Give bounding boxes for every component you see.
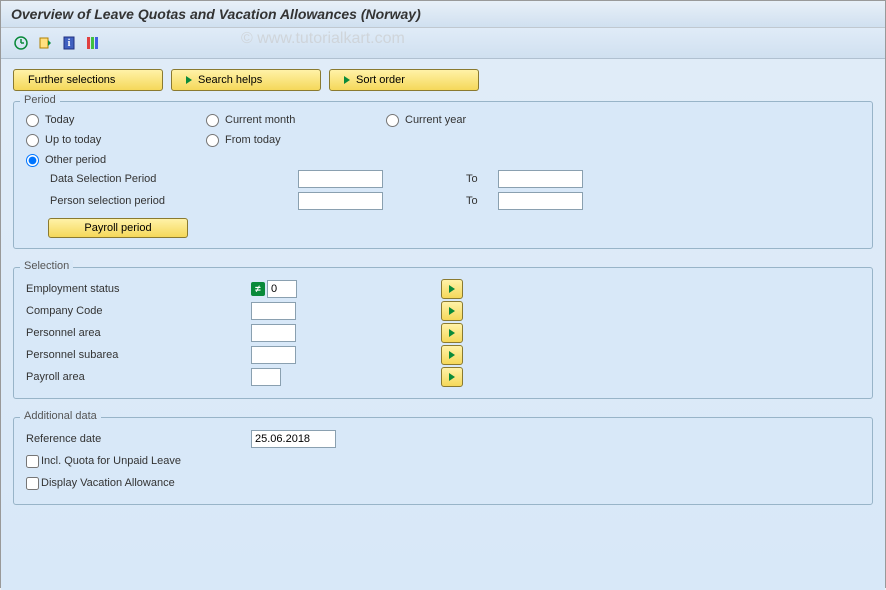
personnel-subarea-input[interactable] — [251, 346, 296, 364]
radio-input[interactable] — [386, 114, 399, 127]
checkbox-label: Display Vacation Allowance — [41, 475, 175, 491]
sort-order-button[interactable]: Sort order — [329, 69, 479, 91]
multiple-selection-button[interactable] — [441, 323, 463, 343]
radio-from-today[interactable]: From today — [206, 132, 386, 148]
multiple-selection-button[interactable] — [441, 345, 463, 365]
further-selections-button[interactable]: Further selections — [13, 69, 163, 91]
radio-label: Up to today — [45, 132, 101, 148]
person-selection-to-input[interactable] — [498, 192, 583, 210]
display-vacation-checkbox[interactable] — [26, 477, 39, 490]
data-selection-to-input[interactable] — [498, 170, 583, 188]
company-code-label: Company Code — [26, 303, 251, 319]
execute-icon[interactable] — [11, 33, 31, 53]
button-label: Search helps — [198, 74, 262, 86]
info-icon[interactable]: i — [59, 33, 79, 53]
display-vacation-checkbox-row[interactable]: Display Vacation Allowance — [26, 472, 860, 494]
arrow-right-icon — [449, 329, 455, 337]
personnel-area-label: Personnel area — [26, 325, 251, 341]
company-code-input[interactable] — [251, 302, 296, 320]
payroll-area-label: Payroll area — [26, 369, 251, 385]
arrow-right-icon — [449, 285, 455, 293]
reference-date-label: Reference date — [26, 431, 251, 447]
employment-status-input[interactable] — [267, 280, 297, 298]
radio-label: Current month — [225, 112, 295, 128]
content-area: Further selections Search helps Sort ord… — [1, 59, 885, 590]
not-equal-icon[interactable]: ≠ — [251, 282, 265, 296]
main-toolbar: i © www.tutorialkart.com — [1, 28, 885, 59]
radio-current-year[interactable]: Current year — [386, 112, 566, 128]
radio-input[interactable] — [26, 154, 39, 167]
arrow-right-icon — [449, 373, 455, 381]
variant-icon[interactable] — [35, 33, 55, 53]
arrow-right-icon — [449, 307, 455, 315]
action-button-row: Further selections Search helps Sort ord… — [13, 69, 873, 91]
employment-status-label: Employment status — [26, 281, 251, 297]
additional-data-group: Additional data Reference date Incl. Quo… — [13, 417, 873, 505]
radio-label: From today — [225, 132, 281, 148]
search-helps-button[interactable]: Search helps — [171, 69, 321, 91]
window-title: Overview of Leave Quotas and Vacation Al… — [1, 1, 885, 28]
to-label: To — [458, 171, 498, 187]
arrow-right-icon — [186, 76, 192, 84]
svg-text:i: i — [68, 38, 71, 49]
palette-icon[interactable] — [83, 33, 103, 53]
personnel-area-input[interactable] — [251, 324, 296, 342]
arrow-right-icon — [449, 351, 455, 359]
radio-input[interactable] — [26, 134, 39, 147]
selection-group: Selection Employment status ≠ Company Co… — [13, 267, 873, 399]
button-label: Further selections — [28, 74, 115, 86]
group-legend: Period — [20, 94, 60, 106]
button-label: Sort order — [356, 74, 405, 86]
radio-other-period[interactable]: Other period — [26, 152, 206, 168]
data-selection-from-input[interactable] — [298, 170, 383, 188]
radio-today[interactable]: Today — [26, 112, 206, 128]
person-selection-label: Person selection period — [48, 193, 298, 209]
radio-label: Today — [45, 112, 74, 128]
multiple-selection-button[interactable] — [441, 367, 463, 387]
radio-input[interactable] — [26, 114, 39, 127]
radio-input[interactable] — [206, 114, 219, 127]
reference-date-input[interactable] — [251, 430, 336, 448]
payroll-area-input[interactable] — [251, 368, 281, 386]
radio-up-to-today[interactable]: Up to today — [26, 132, 206, 148]
group-legend: Additional data — [20, 410, 101, 422]
multiple-selection-button[interactable] — [441, 301, 463, 321]
person-selection-from-input[interactable] — [298, 192, 383, 210]
period-group: Period Today Current month Current year … — [13, 101, 873, 249]
arrow-right-icon — [344, 76, 350, 84]
radio-current-month[interactable]: Current month — [206, 112, 386, 128]
incl-quota-checkbox[interactable] — [26, 455, 39, 468]
group-legend: Selection — [20, 260, 73, 272]
payroll-period-button[interactable]: Payroll period — [48, 218, 188, 238]
incl-quota-checkbox-row[interactable]: Incl. Quota for Unpaid Leave — [26, 450, 860, 472]
personnel-subarea-label: Personnel subarea — [26, 347, 251, 363]
watermark: © www.tutorialkart.com — [241, 30, 405, 48]
radio-label: Current year — [405, 112, 466, 128]
to-label: To — [458, 193, 498, 209]
radio-label: Other period — [45, 152, 106, 168]
data-selection-label: Data Selection Period — [48, 171, 298, 187]
multiple-selection-button[interactable] — [441, 279, 463, 299]
radio-input[interactable] — [206, 134, 219, 147]
checkbox-label: Incl. Quota for Unpaid Leave — [41, 453, 181, 469]
